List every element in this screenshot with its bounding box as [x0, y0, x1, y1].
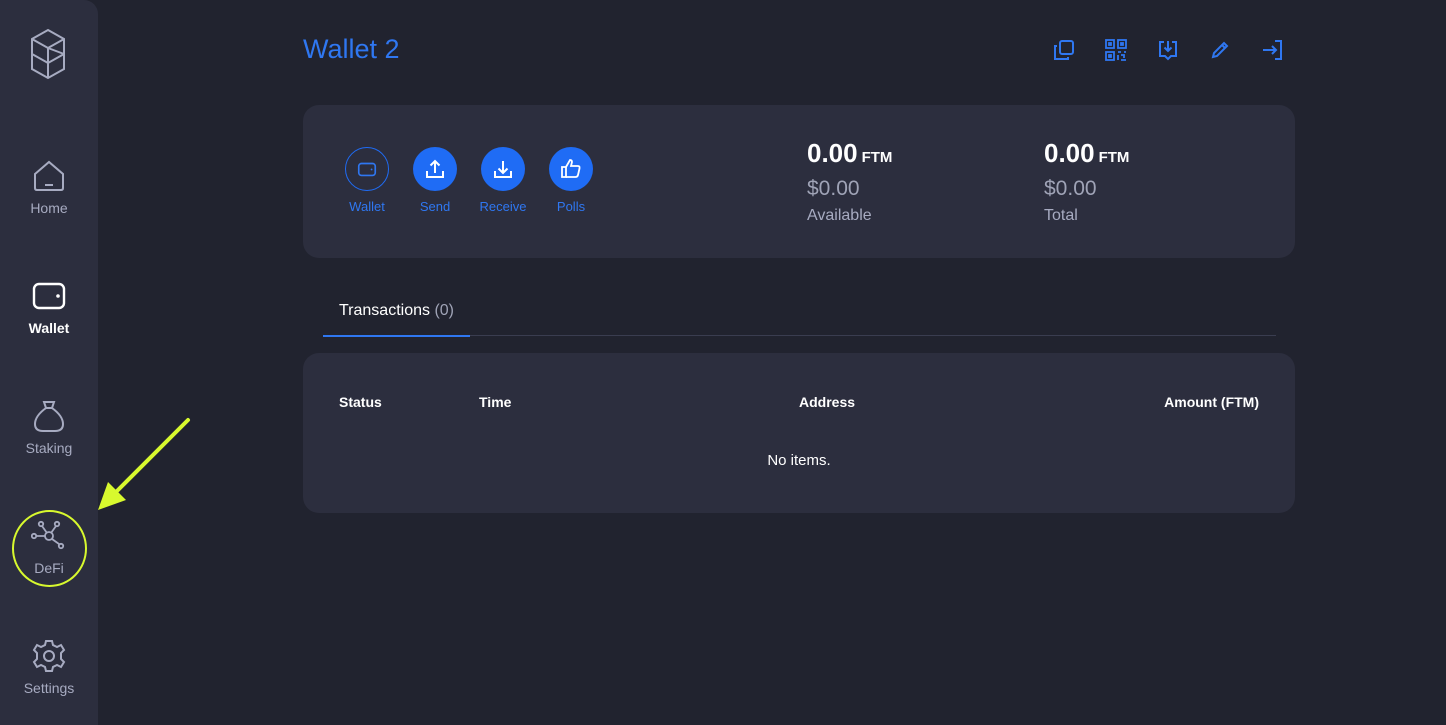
- page-title: Wallet 2: [303, 34, 400, 64]
- header-toolbar: [1052, 38, 1284, 62]
- sidebar-item-settings[interactable]: Settings: [0, 638, 98, 718]
- upload-icon: [413, 147, 457, 191]
- action-label: Send: [419, 199, 451, 214]
- available-balance: 0.00 FTM $0.00 Available: [807, 138, 892, 225]
- column-header-status[interactable]: Status: [339, 394, 382, 410]
- available-usd-value: $0.00: [807, 177, 860, 200]
- total-ftm-unit: FTM: [1098, 149, 1130, 166]
- annotation-arrow-icon: [98, 418, 190, 510]
- action-label: Polls: [556, 199, 586, 214]
- wallet-icon: [345, 147, 389, 191]
- action-label: Receive: [479, 199, 527, 214]
- total-caption: Total: [1044, 207, 1078, 224]
- sidebar-item-staking[interactable]: Staking: [0, 398, 98, 478]
- wallet-action-button[interactable]: Wallet: [337, 147, 397, 214]
- tab-count: (0): [434, 302, 454, 319]
- send-button[interactable]: Send: [405, 147, 465, 214]
- wallet-summary-card: Wallet Send Receive Polls 0.00 FTM $0.00…: [303, 105, 1295, 258]
- tab-transactions[interactable]: Transactions (0): [323, 302, 470, 337]
- action-label: Wallet: [349, 199, 385, 214]
- total-balance: 0.00 FTM $0.00 Total: [1044, 138, 1129, 225]
- sidebar-item-label: Staking: [25, 440, 73, 456]
- polls-button[interactable]: Polls: [541, 147, 601, 214]
- sidebar-item-wallet[interactable]: Wallet: [0, 278, 98, 358]
- column-header-amount[interactable]: Amount (FTM): [1164, 394, 1259, 410]
- wallet-icon: [31, 278, 67, 314]
- receive-button[interactable]: Receive: [473, 147, 533, 214]
- column-header-address[interactable]: Address: [799, 394, 855, 410]
- gear-icon: [31, 638, 67, 674]
- pencil-icon[interactable]: [1208, 38, 1232, 62]
- sidebar-item-label: Settings: [23, 680, 75, 696]
- network-nodes-icon: [31, 518, 67, 554]
- tab-label: Transactions: [338, 302, 430, 319]
- sidebar-item-label: DeFi: [34, 560, 64, 576]
- total-usd-value: $0.00: [1044, 177, 1097, 200]
- empty-state-message: No items.: [767, 452, 831, 469]
- download-icon: [481, 147, 525, 191]
- column-header-time[interactable]: Time: [479, 394, 511, 410]
- sidebar-item-label: Home: [30, 200, 68, 216]
- money-bag-icon: [31, 398, 67, 434]
- sidebar-item-label: Wallet: [28, 320, 70, 336]
- transactions-table: Status Time Address Amount (FTM) No item…: [303, 353, 1295, 513]
- sidebar-item-defi[interactable]: DeFi: [0, 518, 98, 598]
- balance-amount: 0.00 FTM: [807, 138, 892, 169]
- qr-code-icon[interactable]: [1104, 38, 1128, 62]
- total-ftm-amount: 0.00: [1044, 138, 1095, 168]
- copy-icon[interactable]: [1052, 38, 1076, 62]
- download-icon[interactable]: [1156, 38, 1180, 62]
- thumbs-up-icon: [549, 147, 593, 191]
- available-ftm-unit: FTM: [861, 149, 893, 166]
- sidebar-item-home[interactable]: Home: [0, 158, 98, 238]
- balance-amount: 0.00 FTM: [1044, 138, 1129, 169]
- logout-icon[interactable]: [1260, 38, 1284, 62]
- home-icon: [31, 158, 67, 194]
- available-caption: Available: [807, 207, 872, 224]
- fantom-logo-icon[interactable]: [26, 26, 70, 82]
- available-ftm-amount: 0.00: [807, 138, 858, 168]
- sidebar: Home Wallet Staking DeFi Settings: [0, 0, 98, 725]
